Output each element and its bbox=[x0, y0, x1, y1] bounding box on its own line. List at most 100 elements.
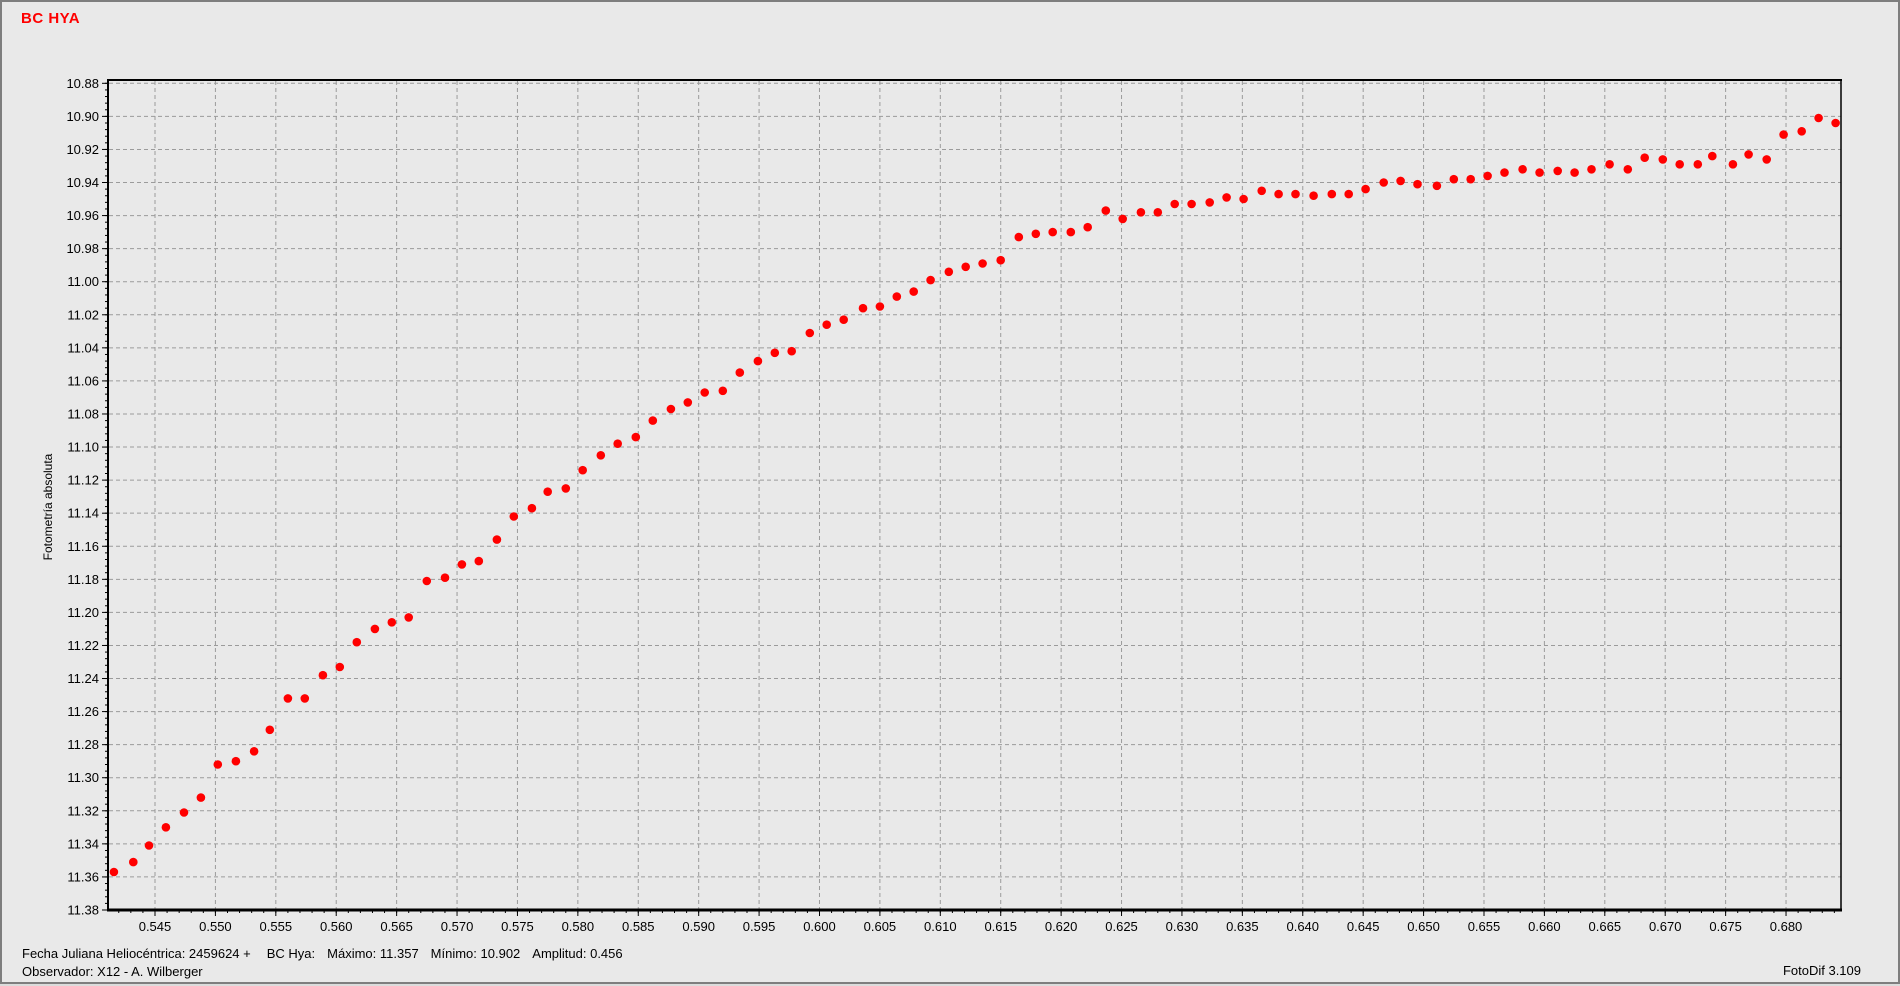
data-point bbox=[839, 315, 848, 324]
data-point bbox=[996, 256, 1005, 265]
grid-lines bbox=[109, 81, 1841, 909]
y-tick-label: 11.10 bbox=[67, 440, 99, 455]
data-point bbox=[945, 268, 954, 277]
data-point bbox=[578, 466, 587, 475]
data-point bbox=[284, 694, 293, 703]
data-point bbox=[510, 512, 519, 521]
data-point bbox=[319, 671, 328, 680]
data-point bbox=[1500, 168, 1509, 177]
y-tick-label: 11.16 bbox=[67, 539, 99, 554]
x-tick-label: 0.655 bbox=[1468, 919, 1501, 934]
x-tick-label: 0.635 bbox=[1226, 919, 1259, 934]
data-point bbox=[1814, 114, 1823, 123]
data-point bbox=[232, 757, 241, 766]
data-point bbox=[1032, 230, 1041, 239]
data-point bbox=[1708, 152, 1717, 161]
data-point bbox=[1170, 200, 1179, 209]
x-tick-label: 0.565 bbox=[380, 919, 413, 934]
data-point bbox=[700, 388, 709, 397]
data-point bbox=[1640, 153, 1649, 162]
data-point bbox=[1015, 233, 1024, 242]
axis-ticks bbox=[102, 83, 1834, 916]
data-point bbox=[719, 387, 728, 396]
data-point bbox=[1222, 193, 1231, 202]
data-point bbox=[250, 747, 259, 756]
data-point bbox=[1137, 208, 1146, 217]
y-tick-label: 11.00 bbox=[67, 274, 99, 289]
y-tick-label: 10.94 bbox=[66, 175, 99, 190]
y-tick-label: 11.18 bbox=[67, 572, 99, 587]
data-point bbox=[1450, 175, 1459, 184]
y-tick-label: 11.34 bbox=[67, 836, 99, 851]
data-point bbox=[180, 808, 189, 817]
y-tick-label: 10.98 bbox=[66, 241, 99, 256]
x-tick-label: 0.545 bbox=[139, 919, 172, 934]
minimum-label: Mínimo: 10.902 bbox=[431, 945, 521, 963]
x-tick-label: 0.645 bbox=[1347, 919, 1380, 934]
x-tick-label: 0.625 bbox=[1105, 919, 1138, 934]
x-tick-label: 0.560 bbox=[320, 919, 353, 934]
maximum-label: Máximo: 11.357 bbox=[327, 945, 419, 963]
data-point bbox=[771, 349, 780, 358]
data-point bbox=[145, 841, 154, 850]
data-point bbox=[493, 535, 502, 544]
data-point bbox=[1083, 223, 1092, 232]
data-point bbox=[667, 405, 676, 414]
y-tick-labels: 10.8810.9010.9210.9410.9610.9811.0011.02… bbox=[66, 76, 99, 918]
data-point bbox=[1291, 190, 1300, 199]
y-axis-title: Fotometría absoluta bbox=[41, 454, 55, 561]
x-tick-label: 0.640 bbox=[1286, 919, 1319, 934]
data-point bbox=[266, 726, 275, 735]
amplitude-label: Amplitud: 0.456 bbox=[532, 945, 622, 963]
data-point bbox=[543, 487, 552, 496]
y-tick-label: 11.36 bbox=[67, 869, 99, 884]
x-tick-label: 0.580 bbox=[562, 919, 595, 934]
data-point bbox=[1048, 228, 1057, 237]
data-point bbox=[1483, 172, 1492, 181]
data-point bbox=[1797, 127, 1806, 136]
y-tick-label: 11.26 bbox=[67, 704, 99, 719]
data-point bbox=[1396, 177, 1405, 186]
data-point bbox=[1118, 215, 1127, 224]
data-point bbox=[1154, 208, 1163, 217]
data-point bbox=[684, 398, 693, 407]
data-point bbox=[1205, 198, 1214, 207]
data-point bbox=[475, 557, 484, 566]
fotodif-window: BC HYA 0.5450.5500.5550.5600.5650.5700.5… bbox=[0, 0, 1900, 984]
y-tick-label: 11.12 bbox=[67, 473, 99, 488]
data-point bbox=[1274, 190, 1283, 199]
data-point bbox=[1361, 185, 1370, 194]
status-bar: Fecha Juliana Heliocéntrica: 2459624 + B… bbox=[22, 945, 623, 981]
y-tick-label: 10.92 bbox=[66, 142, 99, 157]
x-tick-label: 0.555 bbox=[260, 919, 293, 934]
data-point bbox=[1694, 160, 1703, 169]
data-point bbox=[926, 276, 935, 285]
data-point bbox=[806, 329, 815, 338]
data-point bbox=[597, 451, 606, 460]
data-point bbox=[1624, 165, 1633, 174]
data-point bbox=[423, 577, 432, 586]
data-point bbox=[129, 858, 138, 867]
data-point bbox=[822, 320, 831, 329]
data-point bbox=[528, 504, 537, 513]
star-name-label: BC Hya: bbox=[267, 945, 315, 963]
data-point bbox=[1659, 155, 1668, 164]
data-point bbox=[197, 793, 206, 802]
data-point bbox=[754, 357, 763, 366]
y-tick-label: 11.38 bbox=[67, 903, 99, 918]
x-tick-label: 0.680 bbox=[1770, 919, 1803, 934]
data-point bbox=[1239, 195, 1248, 204]
data-point bbox=[1466, 175, 1475, 184]
data-point bbox=[1067, 228, 1076, 237]
data-point bbox=[162, 823, 171, 832]
data-point bbox=[909, 287, 918, 296]
data-point bbox=[404, 613, 413, 622]
data-points bbox=[110, 114, 1840, 877]
data-point bbox=[336, 663, 345, 672]
julian-date-label: Fecha Juliana Heliocéntrica: 2459624 + bbox=[22, 945, 251, 963]
y-tick-label: 10.90 bbox=[66, 109, 99, 124]
y-tick-label: 11.30 bbox=[67, 770, 99, 785]
x-tick-label: 0.575 bbox=[501, 919, 534, 934]
observer-label: Observador: X12 - A. Wilberger bbox=[22, 963, 203, 981]
y-tick-label: 11.04 bbox=[67, 340, 99, 355]
